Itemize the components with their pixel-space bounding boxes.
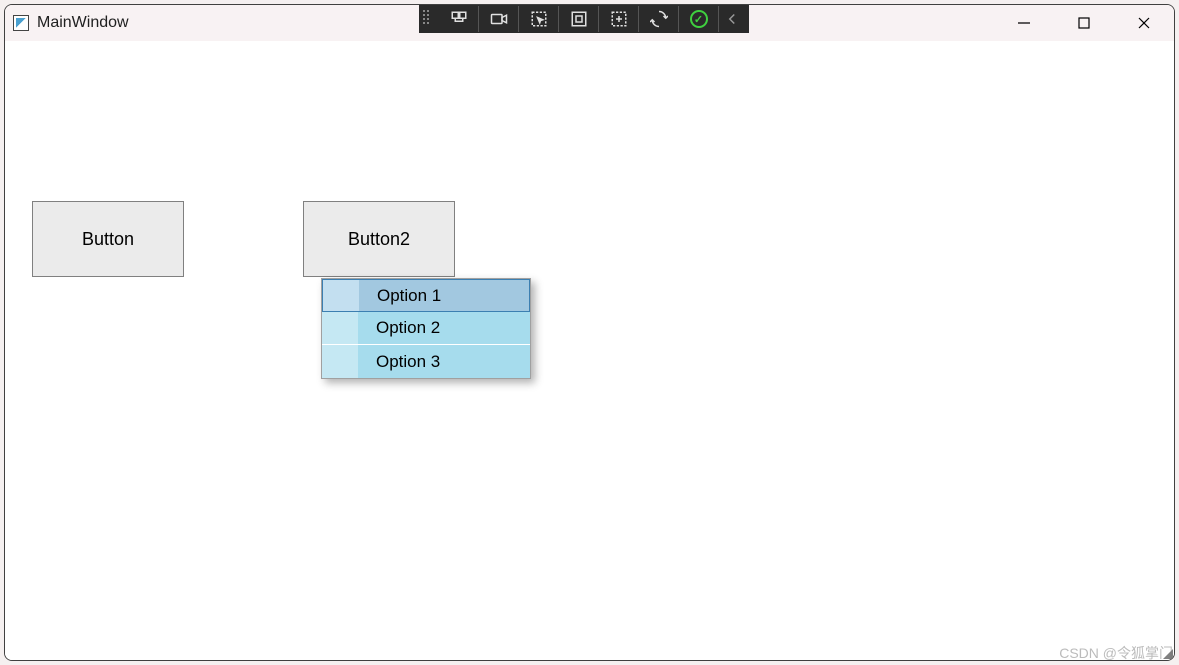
menu-item-label: Option 2 — [358, 318, 440, 338]
menu-item-label: Option 3 — [358, 352, 440, 372]
maximize-button[interactable] — [1054, 5, 1114, 41]
hot-reload-icon[interactable] — [639, 6, 679, 32]
menu-icon-slot — [322, 345, 358, 378]
menu-icon-slot — [322, 312, 358, 344]
layout-adorners-icon[interactable] — [559, 6, 599, 32]
client-area: Button Button2 Option 1 Option 2 Option … — [5, 41, 1174, 660]
close-button[interactable] — [1114, 5, 1174, 41]
select-element-icon[interactable] — [519, 6, 559, 32]
menu-item-option-3[interactable]: Option 3 — [322, 345, 530, 378]
context-menu: Option 1 Option 2 Option 3 — [321, 278, 531, 379]
menu-icon-slot — [323, 280, 359, 311]
menu-item-option-2[interactable]: Option 2 — [322, 312, 530, 345]
titlebar[interactable]: MainWindow ✓ — [5, 5, 1174, 41]
menu-item-label: Option 1 — [359, 286, 441, 306]
title-left: MainWindow — [5, 14, 129, 32]
button-1[interactable]: Button — [32, 201, 184, 277]
watermark: CSDN @令狐掌门 — [1059, 643, 1173, 663]
menu-item-option-1[interactable]: Option 1 — [322, 279, 530, 312]
live-visual-tree-icon[interactable] — [439, 6, 479, 32]
debug-toolbar[interactable]: ✓ — [419, 5, 749, 33]
main-window: MainWindow ✓ — [4, 4, 1175, 661]
app-icon — [13, 15, 29, 31]
record-icon[interactable] — [479, 6, 519, 32]
window-controls — [994, 5, 1174, 41]
collapse-chevron-icon[interactable] — [719, 6, 745, 32]
button-2[interactable]: Button2 — [303, 201, 455, 277]
track-focus-icon[interactable] — [599, 6, 639, 32]
toolbar-grip-icon[interactable] — [423, 10, 435, 28]
status-ok-icon[interactable]: ✓ — [679, 6, 719, 32]
minimize-button[interactable] — [994, 5, 1054, 41]
window-title: MainWindow — [37, 14, 129, 32]
